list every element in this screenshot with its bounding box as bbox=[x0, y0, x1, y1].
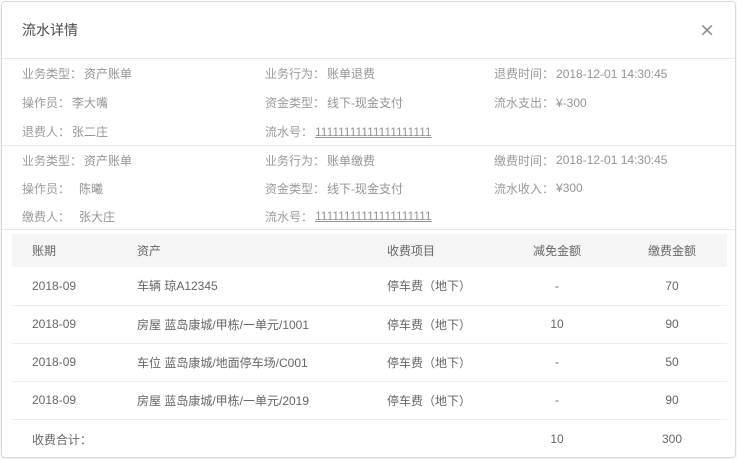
field-value: 张二庄 bbox=[72, 123, 108, 140]
field-label: 业务行为： bbox=[265, 65, 325, 82]
field-value: 陈曦 bbox=[79, 180, 103, 197]
total-label: 收费合计： bbox=[12, 419, 497, 458]
flow-detail-dialog: 流水详情 × 业务类型： 资产账单 业务行为： 账单退费 退费时间： 2018-… bbox=[1, 1, 736, 458]
table-row: 2018-09 车位 蓝岛康城/地面停车场/C001 停车费（地下） - 50 bbox=[12, 343, 727, 381]
cell-charge-item: 停车费（地下） bbox=[367, 267, 497, 305]
field-serial-number: 流水号： 11111111111111111111 bbox=[265, 202, 494, 230]
field-business-action: 业务行为： 账单缴费 bbox=[265, 146, 494, 174]
cell-payment: 70 bbox=[617, 267, 727, 305]
field-fund-type: 资金类型： 线下-现金支付 bbox=[265, 88, 494, 117]
field-value: 资产账单 bbox=[84, 152, 132, 169]
field-value: 资产账单 bbox=[84, 65, 132, 82]
field-value: 账单缴费 bbox=[327, 152, 375, 169]
cell-period: 2018-09 bbox=[12, 343, 117, 381]
field-payment-time: 缴费时间： 2018-12-01 14:30:45 bbox=[494, 146, 715, 174]
cell-reduction: 10 bbox=[497, 305, 617, 343]
field-value: 线下-现金支付 bbox=[327, 180, 403, 197]
field-payer: 缴费人： 张大庄 bbox=[22, 202, 265, 230]
cell-asset: 车辆 琼A12345 bbox=[117, 267, 367, 305]
fee-table-header: 账期 资产 收费项目 减免金额 缴费金额 bbox=[12, 234, 727, 267]
column-header-payment: 缴费金额 bbox=[617, 234, 727, 267]
field-label: 操作员： bbox=[22, 180, 77, 197]
field-value: 线下-现金支付 bbox=[327, 94, 403, 111]
cell-charge-item: 停车费（地下） bbox=[367, 305, 497, 343]
cell-period: 2018-09 bbox=[12, 381, 117, 419]
dialog-title: 流水详情 bbox=[22, 20, 78, 40]
field-fund-type: 资金类型： 线下-现金支付 bbox=[265, 174, 494, 202]
column-header-asset: 资产 bbox=[117, 234, 367, 267]
field-value: 账单退费 bbox=[327, 65, 375, 82]
cell-charge-item: 停车费（地下） bbox=[367, 381, 497, 419]
field-refund-time: 退费时间： 2018-12-01 14:30:45 bbox=[494, 59, 715, 88]
field-business-action: 业务行为： 账单退费 bbox=[265, 59, 494, 88]
field-value: 李大嘴 bbox=[72, 94, 108, 111]
field-value: ¥300 bbox=[556, 181, 583, 195]
dialog-header: 流水详情 × bbox=[2, 2, 735, 59]
field-flow-income: 流水收入： ¥300 bbox=[494, 174, 715, 202]
field-value: 张大庄 bbox=[79, 208, 115, 225]
field-label: 操作员： bbox=[22, 94, 70, 111]
field-value: 2018-12-01 14:30:45 bbox=[556, 67, 667, 81]
field-label: 业务类型： bbox=[22, 65, 82, 82]
field-label: 业务行为： bbox=[265, 152, 325, 169]
total-reduction: 10 bbox=[497, 419, 617, 458]
table-row: 2018-09 车辆 琼A12345 停车费（地下） - 70 bbox=[12, 267, 727, 305]
table-row: 2018-09 房屋 蓝岛康城/甲栋/一单元/2019 停车费（地下） - 90 bbox=[12, 381, 727, 419]
field-label: 退费时间： bbox=[494, 65, 554, 82]
field-flow-expense: 流水支出： ¥-300 bbox=[494, 88, 715, 117]
refund-record-section: 业务类型： 资产账单 业务行为： 账单退费 退费时间： 2018-12-01 1… bbox=[2, 59, 735, 146]
cell-asset: 房屋 蓝岛康城/甲栋/一单元/1001 bbox=[117, 305, 367, 343]
column-header-reduction: 减免金额 bbox=[497, 234, 617, 267]
field-operator: 操作员： 李大嘴 bbox=[22, 88, 265, 117]
serial-number-link[interactable]: 11111111111111111111 bbox=[315, 125, 432, 139]
fee-table-footer: 收费合计： 10 300 bbox=[12, 419, 727, 458]
cell-asset: 房屋 蓝岛康城/甲栋/一单元/2019 bbox=[117, 381, 367, 419]
field-label: 缴费人： bbox=[22, 208, 77, 225]
cell-period: 2018-09 bbox=[12, 267, 117, 305]
total-payment: 300 bbox=[617, 419, 727, 458]
field-value: ¥-300 bbox=[556, 96, 587, 110]
field-business-type: 业务类型： 资产账单 bbox=[22, 146, 265, 174]
field-label: 资金类型： bbox=[265, 180, 325, 197]
cell-reduction: - bbox=[497, 381, 617, 419]
field-refund-person: 退费人： 张二庄 bbox=[22, 117, 265, 146]
cell-reduction: - bbox=[497, 343, 617, 381]
serial-number-link[interactable]: 11111111111111111111 bbox=[315, 209, 432, 223]
cell-asset: 车位 蓝岛康城/地面停车场/C001 bbox=[117, 343, 367, 381]
cell-payment: 90 bbox=[617, 381, 727, 419]
field-serial-number: 流水号： 11111111111111111111 bbox=[265, 117, 494, 146]
field-operator: 操作员： 陈曦 bbox=[22, 174, 265, 202]
fee-table: 账期 资产 收费项目 减免金额 缴费金额 2018-09 车辆 琼A12345 … bbox=[12, 234, 727, 458]
field-label: 业务类型： bbox=[22, 152, 82, 169]
column-header-charge-item: 收费项目 bbox=[367, 234, 497, 267]
field-label: 资金类型： bbox=[265, 94, 325, 111]
field-label: 流水号： bbox=[265, 123, 313, 140]
table-row: 2018-09 房屋 蓝岛康城/甲栋/一单元/1001 停车费（地下） 10 9… bbox=[12, 305, 727, 343]
field-label: 流水收入： bbox=[494, 180, 554, 197]
field-label: 流水支出： bbox=[494, 94, 554, 111]
close-icon[interactable]: × bbox=[699, 21, 715, 40]
cell-payment: 50 bbox=[617, 343, 727, 381]
cell-period: 2018-09 bbox=[12, 305, 117, 343]
field-label: 缴费时间： bbox=[494, 152, 554, 169]
payment-record-section: 业务类型： 资产账单 业务行为： 账单缴费 缴费时间： 2018-12-01 1… bbox=[2, 146, 735, 230]
field-value: 2018-12-01 14:30:45 bbox=[556, 153, 667, 167]
cell-payment: 90 bbox=[617, 305, 727, 343]
field-business-type: 业务类型： 资产账单 bbox=[22, 59, 265, 88]
field-label: 流水号： bbox=[265, 208, 313, 225]
column-header-period: 账期 bbox=[12, 234, 117, 267]
cell-reduction: - bbox=[497, 267, 617, 305]
cell-charge-item: 停车费（地下） bbox=[367, 343, 497, 381]
field-label: 退费人： bbox=[22, 123, 70, 140]
